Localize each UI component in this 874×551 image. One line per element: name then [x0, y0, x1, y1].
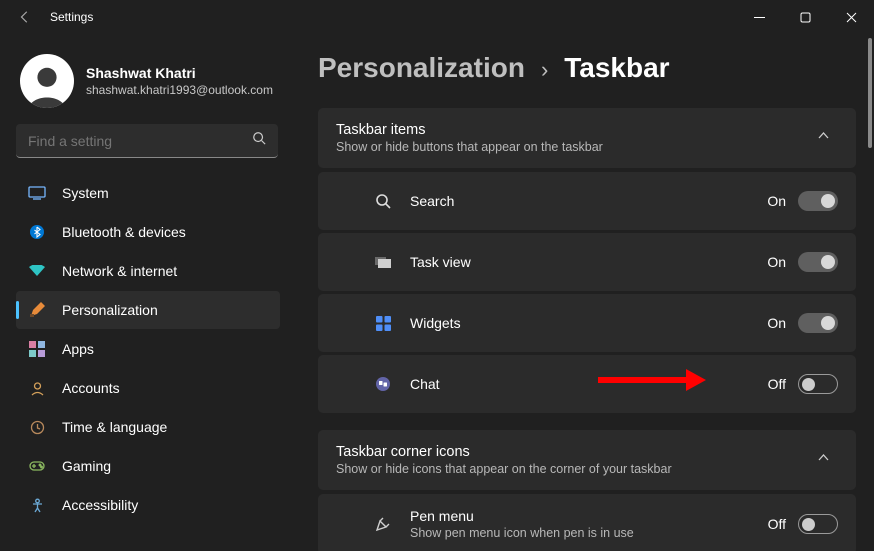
sidebar-item-accessibility[interactable]: Accessibility: [16, 486, 280, 524]
row-sublabel: Show pen menu icon when pen is in use: [410, 526, 634, 540]
sidebar-item-accounts[interactable]: Accounts: [16, 369, 280, 407]
close-button[interactable]: [828, 1, 874, 33]
sidebar-item-system[interactable]: System: [16, 174, 280, 212]
sidebar-item-label: Accounts: [62, 380, 120, 396]
toggle-state: On: [767, 315, 786, 331]
corner-icons-section[interactable]: Taskbar corner icons Show or hide icons …: [318, 430, 856, 490]
search-icon: [252, 131, 266, 150]
avatar: [20, 54, 74, 108]
wifi-icon: [28, 263, 46, 279]
breadcrumb-current: Taskbar: [564, 52, 669, 84]
sidebar-item-bluetooth[interactable]: Bluetooth & devices: [16, 213, 280, 251]
taskbar-item-taskview: Task view On: [318, 233, 856, 291]
chat-icon: [372, 377, 394, 392]
search-input[interactable]: [16, 124, 278, 158]
system-icon: [28, 185, 46, 201]
bluetooth-icon: [28, 224, 46, 240]
breadcrumb: Personalization › Taskbar: [318, 52, 856, 84]
sidebar-item-network[interactable]: Network & internet: [16, 252, 280, 290]
row-label: Task view: [410, 254, 471, 270]
breadcrumb-parent[interactable]: Personalization: [318, 52, 525, 84]
sidebar-item-label: Personalization: [62, 302, 158, 318]
section-subtitle: Show or hide buttons that appear on the …: [336, 140, 603, 154]
sidebar-item-label: Time & language: [62, 419, 167, 435]
taskbar-items-section[interactable]: Taskbar items Show or hide buttons that …: [318, 108, 856, 168]
sidebar-item-gaming[interactable]: Gaming: [16, 447, 280, 485]
search-field[interactable]: [28, 133, 252, 149]
section-title: Taskbar items: [336, 122, 603, 138]
penmenu-toggle[interactable]: [798, 514, 838, 534]
maximize-button[interactable]: [782, 1, 828, 33]
search-toggle[interactable]: [798, 191, 838, 211]
sidebar-item-personalization[interactable]: Personalization: [16, 291, 280, 329]
row-label: Chat: [410, 376, 440, 392]
sidebar-item-label: Network & internet: [62, 263, 177, 279]
window-title: Settings: [50, 10, 93, 24]
chat-toggle[interactable]: [798, 374, 838, 394]
sidebar-item-label: Gaming: [62, 458, 111, 474]
row-label: Pen menu: [410, 508, 634, 524]
taskview-toggle[interactable]: [798, 252, 838, 272]
user-name: Shashwat Khatri: [86, 65, 273, 81]
toggle-state: On: [767, 193, 786, 209]
personalization-icon: [28, 302, 46, 318]
row-label: Search: [410, 193, 454, 209]
minimize-button[interactable]: [736, 1, 782, 33]
sidebar-item-apps[interactable]: Apps: [16, 330, 280, 368]
sidebar-item-label: System: [62, 185, 109, 201]
section-subtitle: Show or hide icons that appear on the co…: [336, 462, 672, 476]
toggle-state: Off: [768, 376, 786, 392]
gaming-icon: [28, 458, 46, 474]
accounts-icon: [28, 380, 46, 396]
sidebar-item-label: Bluetooth & devices: [62, 224, 186, 240]
section-title: Taskbar corner icons: [336, 444, 672, 460]
row-label: Widgets: [410, 315, 461, 331]
toggle-state: Off: [768, 516, 786, 532]
sidebar-item-label: Apps: [62, 341, 94, 357]
task-view-icon: [372, 256, 394, 268]
taskbar-item-widgets: Widgets On: [318, 294, 856, 352]
back-button[interactable]: [18, 10, 32, 24]
user-email: shashwat.khatri1993@outlook.com: [86, 83, 273, 97]
widgets-icon: [372, 316, 394, 331]
accessibility-icon: [28, 497, 46, 513]
chevron-right-icon: ›: [541, 57, 548, 83]
toggle-state: On: [767, 254, 786, 270]
apps-icon: [28, 341, 46, 357]
corner-item-pen: Pen menu Show pen menu icon when pen is …: [318, 494, 856, 551]
chevron-up-icon: [817, 129, 830, 147]
search-icon: [372, 193, 394, 209]
sidebar-item-time-language[interactable]: Time & language: [16, 408, 280, 446]
widgets-toggle[interactable]: [798, 313, 838, 333]
sidebar-item-label: Accessibility: [62, 497, 138, 513]
user-block[interactable]: Shashwat Khatri shashwat.khatri1993@outl…: [12, 46, 284, 124]
pen-icon: [372, 515, 394, 533]
scrollbar[interactable]: [868, 38, 872, 148]
time-language-icon: [28, 419, 46, 435]
chevron-up-icon: [817, 451, 830, 469]
taskbar-item-chat: Chat Off: [318, 355, 856, 413]
taskbar-item-search: Search On: [318, 172, 856, 230]
